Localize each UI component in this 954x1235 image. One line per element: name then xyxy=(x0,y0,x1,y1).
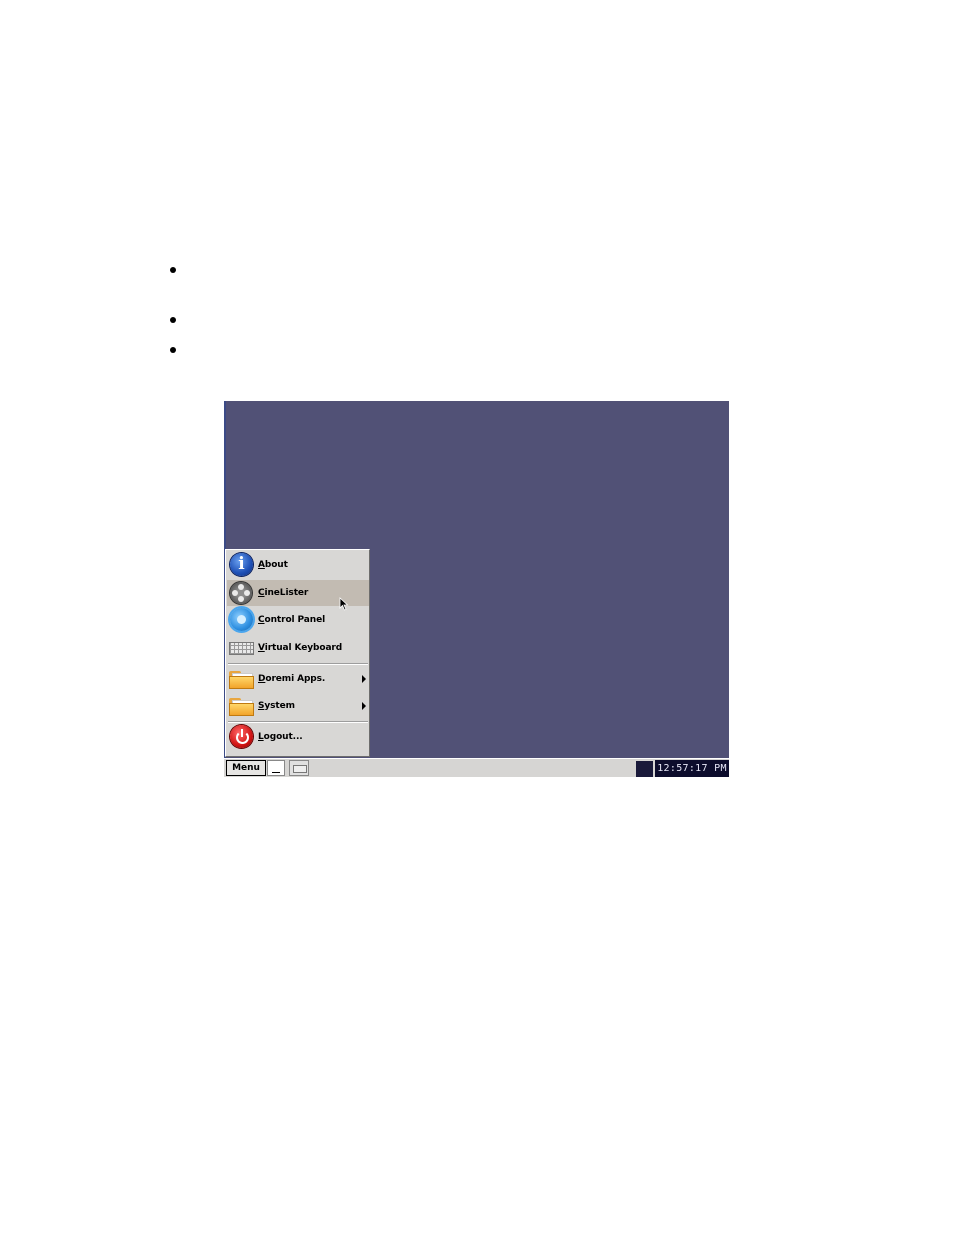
menu-item-label: Doremi Apps. xyxy=(258,674,326,684)
menu-item-label: CineLister xyxy=(258,588,309,598)
info-icon: i xyxy=(229,553,255,577)
desktop-screenshot: i About CineLister Control Panel Virtual… xyxy=(224,401,729,777)
taskbar: Menu 12:57:17 PM xyxy=(224,758,729,777)
mouse-cursor-icon xyxy=(339,597,349,611)
keyboard-icon xyxy=(229,636,255,660)
clock: 12:57:17 PM xyxy=(655,760,729,777)
minimize-all-button[interactable] xyxy=(267,760,285,776)
menu-separator xyxy=(228,721,368,723)
gear-icon xyxy=(229,608,255,632)
menu-item-label: Virtual Keyboard xyxy=(258,643,343,653)
tray-icon[interactable] xyxy=(636,761,653,777)
list-bullet xyxy=(170,267,176,273)
folder-icon xyxy=(229,667,255,691)
folder-icon xyxy=(229,694,255,718)
film-reel-icon xyxy=(229,581,255,605)
menu-item-label: About xyxy=(258,560,288,570)
menu-separator xyxy=(228,663,368,665)
menu-button[interactable]: Menu xyxy=(226,760,266,776)
list-bullet xyxy=(170,317,176,323)
menu-item-system[interactable]: System xyxy=(227,693,369,719)
submenu-arrow-icon xyxy=(362,675,366,683)
start-menu: i About CineLister Control Panel Virtual… xyxy=(225,549,370,757)
menu-item-label: System xyxy=(258,701,295,711)
menu-item-label: Control Panel xyxy=(258,615,326,625)
keyboard-launcher-button[interactable] xyxy=(289,760,309,776)
list-bullet xyxy=(170,347,176,353)
submenu-arrow-icon xyxy=(362,702,366,710)
menu-item-about[interactable]: i About xyxy=(227,552,369,578)
menu-item-label: Logout... xyxy=(258,732,303,742)
menu-item-logout[interactable]: Logout... xyxy=(227,724,369,750)
menu-item-virtual-keyboard[interactable]: Virtual Keyboard xyxy=(227,635,369,661)
power-icon xyxy=(229,725,255,749)
menu-item-doremi-apps[interactable]: Doremi Apps. xyxy=(227,666,369,692)
